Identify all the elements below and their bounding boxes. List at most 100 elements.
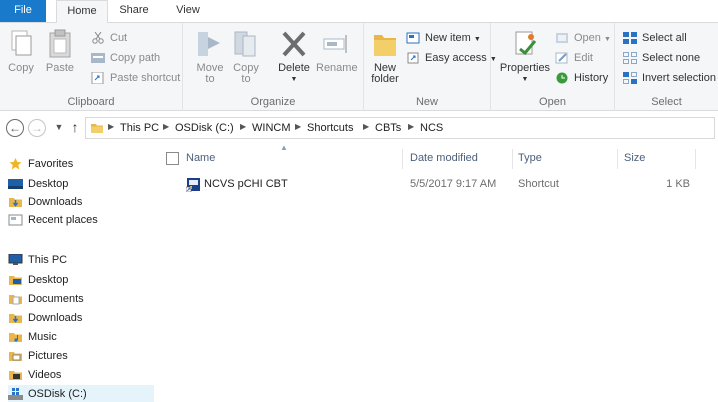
up-arrow-icon[interactable]: ↑ [66,119,84,137]
tab-home[interactable]: Home [56,0,108,23]
breadcrumb-separator-icon: ▶ [408,122,415,131]
file-row[interactable]: NCVS pCHI CBT 5/5/2017 9:17 AM Shortcut … [160,176,700,196]
nav-pc-osdisk[interactable]: OSDisk (C:) [8,385,154,402]
column-header-size[interactable]: Size [624,149,694,169]
history-button[interactable]: History [555,69,608,87]
open-icon [555,32,569,44]
breadcrumb-separator-icon: ▶ [295,122,302,131]
column-divider[interactable] [617,149,618,169]
column-header-name[interactable]: Name [186,149,396,169]
paste-button[interactable]: Paste [43,29,77,74]
forward-arrow-icon[interactable]: → [28,119,46,137]
breadcrumb-separator-icon: ▶ [163,122,170,131]
breadcrumb-ncs[interactable]: NCS [420,122,443,134]
rename-button[interactable]: Rename [316,29,358,74]
breadcrumb-this-pc[interactable]: This PC [120,122,159,134]
file-type: Shortcut [518,178,559,190]
nav-this-pc[interactable]: This PC [8,251,158,269]
copy-path-button[interactable]: Copy path [91,49,160,67]
breadcrumb-shortcuts[interactable]: Shortcuts [307,122,353,134]
column-divider[interactable] [695,149,696,169]
new-item-button[interactable]: New item ▼ [406,29,481,47]
paste-shortcut-button[interactable]: Paste shortcut [91,69,180,87]
delete-button[interactable]: Delete ▼ [276,29,312,85]
desktop-icon [8,178,23,190]
invert-selection-button[interactable]: Invert selection [623,69,716,87]
nav-this-pc-label: This PC [28,254,68,266]
nav-pc-music[interactable]: Music [8,328,158,346]
column-header-date-modified[interactable]: Date modified [410,149,510,169]
ribbon-tabs: File Home Share View [0,0,718,23]
select-none-button[interactable]: Select none [623,49,700,67]
nav-fav-downloads-label: Downloads [28,196,83,208]
tab-share[interactable]: Share [110,0,158,22]
nav-fav-recent-places[interactable]: Recent places [8,211,158,229]
cut-button[interactable]: Cut [91,29,127,47]
select-all-button[interactable]: Select all [623,29,687,47]
clipboard-group-label: Clipboard [67,96,115,108]
properties-icon [511,29,539,59]
nav-pc-downloads[interactable]: Downloads [8,309,158,327]
music-folder-icon [8,331,23,343]
breadcrumb-separator-icon: ▶ [240,122,247,131]
open-group: Properties ▼ Open ▼ Edit History Open [491,23,615,111]
paste-shortcut-label: Paste shortcut [110,72,181,84]
column-divider[interactable] [402,149,403,169]
move-to-button[interactable]: Move to [195,29,225,85]
clipboard-group: Copy Paste Cut Copy path Paste shortcut … [0,23,183,111]
move-to-icon [196,29,224,59]
nav-favorites[interactable]: Favorites [8,155,158,173]
nav-favorites-label: Favorites [28,158,74,170]
edit-button[interactable]: Edit [555,49,593,67]
copy-icon [7,29,35,59]
pictures-folder-icon [8,350,23,362]
clipboard-icon [46,29,74,59]
copy-path-icon [91,52,105,64]
videos-folder-icon [8,369,23,381]
history-icon [555,72,569,84]
nav-pc-downloads-label: Downloads [28,312,83,324]
properties-button[interactable]: Properties ▼ [497,29,553,85]
shortcut-app-icon [185,177,201,195]
copy-path-label: Copy path [110,52,161,64]
nav-pc-documents[interactable]: Documents [8,290,158,308]
properties-dropdown-icon[interactable]: ▼ [497,74,553,85]
ribbon: Copy Paste Cut Copy path Paste shortcut … [0,22,718,111]
new-group: New folder New item ▼ Easy access ▼ New [364,23,497,111]
file-name: NCVS pCHI CBT [204,178,288,190]
nav-pc-desktop[interactable]: Desktop [8,271,158,289]
address-bar-row: ← → ▼ ↑ ▶ This PC ▶ OSDisk (C:) ▶ WINCM … [0,111,718,145]
new-group-label: New [415,96,438,108]
back-arrow-icon[interactable]: ← [6,119,24,137]
easy-access-button[interactable]: Easy access ▼ [406,49,497,67]
copy-button[interactable]: Copy [6,29,36,74]
windows-drive-icon [8,388,23,400]
easy-access-icon [406,52,420,64]
scissors-icon [91,31,105,44]
nav-pc-pictures-label: Pictures [28,350,68,362]
nav-fav-downloads[interactable]: Downloads [8,193,158,211]
address-bar[interactable]: ▶ This PC ▶ OSDisk (C:) ▶ WINCM ▶ Shortc… [85,117,715,139]
column-divider[interactable] [512,149,513,169]
breadcrumb-wincm[interactable]: WINCM [252,122,291,134]
column-header-type[interactable]: Type [518,149,618,169]
rename-label: Rename [316,62,358,74]
desktop-folder-icon [8,274,23,286]
breadcrumb-cbts[interactable]: CBTs [375,122,401,134]
new-folder-button[interactable]: New folder [370,29,400,85]
select-none-icon [623,52,637,64]
breadcrumb-osdisk[interactable]: OSDisk (C:) [175,122,234,134]
cut-label: Cut [110,32,128,44]
tab-view[interactable]: View [168,0,208,22]
copy-label: Copy [8,62,34,74]
open-button[interactable]: Open ▼ [555,29,611,47]
select-all-checkbox[interactable] [166,152,179,165]
downloads-folder-icon [8,312,23,324]
copy-to-button[interactable]: Copy to [231,29,261,85]
tab-file[interactable]: File [0,0,46,22]
nav-pc-pictures[interactable]: Pictures [8,347,158,365]
nav-fav-desktop[interactable]: Desktop [8,175,158,193]
delete-dropdown-icon[interactable]: ▼ [276,74,312,85]
nav-pc-videos[interactable]: Videos [8,366,158,384]
open-group-label: Open [539,96,566,108]
